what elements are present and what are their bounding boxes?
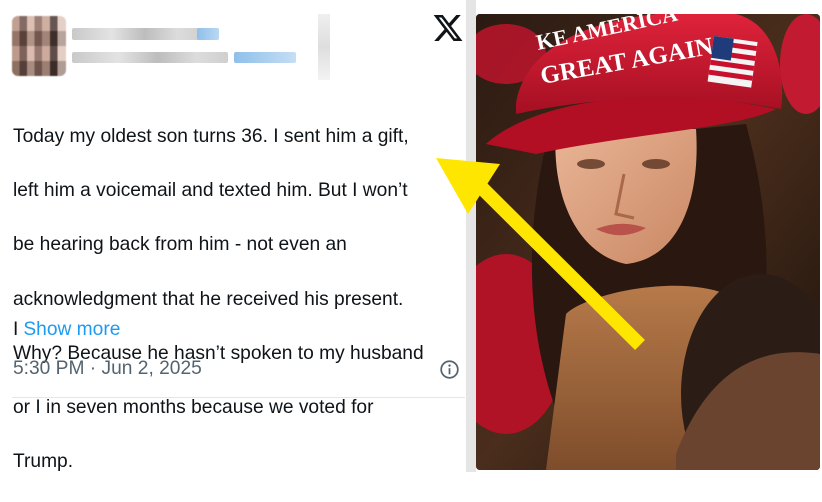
tweet-timestamp[interactable]: 5:30 PM · Jun 2, 2025 <box>13 357 202 381</box>
rally-photo: KE AMERICA GREAT AGAIN <box>476 14 820 470</box>
avatar-blurred[interactable] <box>12 16 66 76</box>
divider <box>12 397 465 398</box>
show-more-link[interactable]: Show more <box>23 319 120 340</box>
tweet-card: Today my oldest son turns 36. I sent him… <box>0 0 470 472</box>
image-collage: Today my oldest son turns 36. I sent him… <box>0 0 822 472</box>
blur-edge <box>318 14 330 80</box>
username-blurred <box>72 52 228 63</box>
tweet-text: Today my oldest son turns 36. I sent him… <box>13 96 468 502</box>
rally-photo-illustration: KE AMERICA GREAT AGAIN <box>476 14 820 470</box>
follow-link-blurred <box>234 52 296 63</box>
tweet-text-line: or I in seven months because we voted fo… <box>13 397 374 419</box>
tweet-text-line: be hearing back from him - not even an <box>13 234 347 256</box>
x-logo-icon[interactable] <box>432 12 464 44</box>
tweet-text-line: Today my oldest son turns 36. I sent him… <box>13 126 409 148</box>
display-name-blurred <box>72 28 204 40</box>
info-circle-icon[interactable] <box>439 359 460 380</box>
tweet-text-line: Trump. <box>13 451 74 473</box>
tweet-text-line: left him a voicemail and texted him. But… <box>13 180 408 202</box>
truncated-text: I <box>13 319 19 340</box>
collage-gutter <box>466 0 476 472</box>
verified-badge-blurred <box>197 28 219 40</box>
tweet-text-line: acknowledgment that he received his pres… <box>13 288 404 310</box>
show-more-row: I Show more <box>13 318 120 342</box>
